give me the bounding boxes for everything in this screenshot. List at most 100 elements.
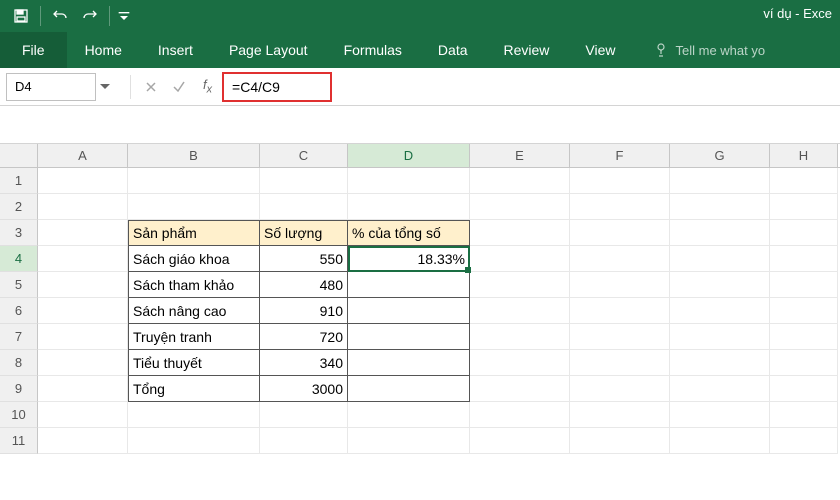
select-all-corner[interactable] [0, 144, 38, 167]
cell-c8[interactable]: 340 [260, 350, 348, 376]
cell[interactable] [470, 246, 570, 272]
tab-review[interactable]: Review [486, 32, 568, 68]
row-header-11[interactable]: 11 [0, 428, 38, 454]
cell[interactable] [470, 194, 570, 220]
customize-qat-icon[interactable] [114, 2, 134, 30]
cell[interactable] [348, 402, 470, 428]
cell[interactable] [128, 428, 260, 454]
enter-icon[interactable] [165, 74, 193, 100]
cell-c4[interactable]: 550 [260, 246, 348, 272]
cell-d6[interactable] [348, 298, 470, 324]
cancel-icon[interactable] [137, 74, 165, 100]
name-box-dropdown-icon[interactable] [96, 84, 114, 90]
cell[interactable] [470, 376, 570, 402]
cell-b4[interactable]: Sách giáo khoa [128, 246, 260, 272]
cell[interactable] [670, 428, 770, 454]
cell[interactable] [38, 272, 128, 298]
undo-icon[interactable] [45, 2, 75, 30]
cell-d5[interactable] [348, 272, 470, 298]
cell[interactable] [570, 168, 670, 194]
col-header-b[interactable]: B [128, 144, 260, 167]
cell-c6[interactable]: 910 [260, 298, 348, 324]
cell-d7[interactable] [348, 324, 470, 350]
tell-me-search[interactable]: Tell me what yo [654, 32, 766, 68]
cell[interactable] [570, 220, 670, 246]
cell[interactable] [38, 402, 128, 428]
cell[interactable] [38, 220, 128, 246]
cell[interactable] [260, 402, 348, 428]
row-header-9[interactable]: 9 [0, 376, 38, 402]
row-header-2[interactable]: 2 [0, 194, 38, 220]
cell[interactable] [570, 376, 670, 402]
cell[interactable] [348, 168, 470, 194]
cell[interactable] [38, 350, 128, 376]
row-header-10[interactable]: 10 [0, 402, 38, 428]
cell[interactable] [38, 324, 128, 350]
row-header-7[interactable]: 7 [0, 324, 38, 350]
cell[interactable] [260, 428, 348, 454]
cell[interactable] [670, 168, 770, 194]
cell-d8[interactable] [348, 350, 470, 376]
cell[interactable] [770, 428, 838, 454]
tab-home[interactable]: Home [67, 32, 140, 68]
cell[interactable] [470, 324, 570, 350]
cell[interactable] [260, 194, 348, 220]
cell[interactable] [570, 324, 670, 350]
cell[interactable] [570, 428, 670, 454]
cell-b8[interactable]: Tiểu thuyết [128, 350, 260, 376]
cell[interactable] [670, 220, 770, 246]
cell[interactable] [670, 324, 770, 350]
tab-file[interactable]: File [0, 32, 67, 68]
row-header-1[interactable]: 1 [0, 168, 38, 194]
cell[interactable] [670, 246, 770, 272]
cell[interactable] [670, 272, 770, 298]
cell[interactable] [670, 376, 770, 402]
fx-icon[interactable]: fx [203, 77, 212, 96]
cell-b5[interactable]: Sách tham khảo [128, 272, 260, 298]
cell-d4[interactable]: 18.33% [348, 246, 470, 272]
cell-d3[interactable]: % của tổng số [348, 220, 470, 246]
col-header-h[interactable]: H [770, 144, 838, 167]
cell[interactable] [38, 428, 128, 454]
tab-view[interactable]: View [567, 32, 633, 68]
cell-b9[interactable]: Tổng [128, 376, 260, 402]
cell[interactable] [260, 168, 348, 194]
cell[interactable] [670, 402, 770, 428]
cell-d9[interactable] [348, 376, 470, 402]
cell[interactable] [38, 298, 128, 324]
cell[interactable] [570, 298, 670, 324]
cell[interactable] [470, 168, 570, 194]
cell[interactable] [470, 428, 570, 454]
tab-data[interactable]: Data [420, 32, 486, 68]
cell[interactable] [770, 324, 838, 350]
row-header-8[interactable]: 8 [0, 350, 38, 376]
cell[interactable] [770, 272, 838, 298]
row-header-5[interactable]: 5 [0, 272, 38, 298]
cell[interactable] [470, 298, 570, 324]
cell[interactable] [470, 272, 570, 298]
cell[interactable] [38, 194, 128, 220]
cell[interactable] [770, 350, 838, 376]
cell[interactable] [570, 272, 670, 298]
cell[interactable] [570, 246, 670, 272]
tab-insert[interactable]: Insert [140, 32, 211, 68]
cell-c9[interactable]: 3000 [260, 376, 348, 402]
cell[interactable] [128, 168, 260, 194]
cell-b3[interactable]: Sản phẩm [128, 220, 260, 246]
formula-input[interactable]: =C4/C9 [222, 72, 332, 102]
cell[interactable] [670, 350, 770, 376]
cell-c3[interactable]: Số lượng [260, 220, 348, 246]
cell[interactable] [38, 376, 128, 402]
cell-c7[interactable]: 720 [260, 324, 348, 350]
cell[interactable] [38, 168, 128, 194]
col-header-e[interactable]: E [470, 144, 570, 167]
cell[interactable] [670, 298, 770, 324]
cell[interactable] [38, 246, 128, 272]
row-header-6[interactable]: 6 [0, 298, 38, 324]
cell[interactable] [470, 402, 570, 428]
cell[interactable] [570, 350, 670, 376]
cell[interactable] [470, 220, 570, 246]
tab-page-layout[interactable]: Page Layout [211, 32, 326, 68]
col-header-f[interactable]: F [570, 144, 670, 167]
col-header-c[interactable]: C [260, 144, 348, 167]
